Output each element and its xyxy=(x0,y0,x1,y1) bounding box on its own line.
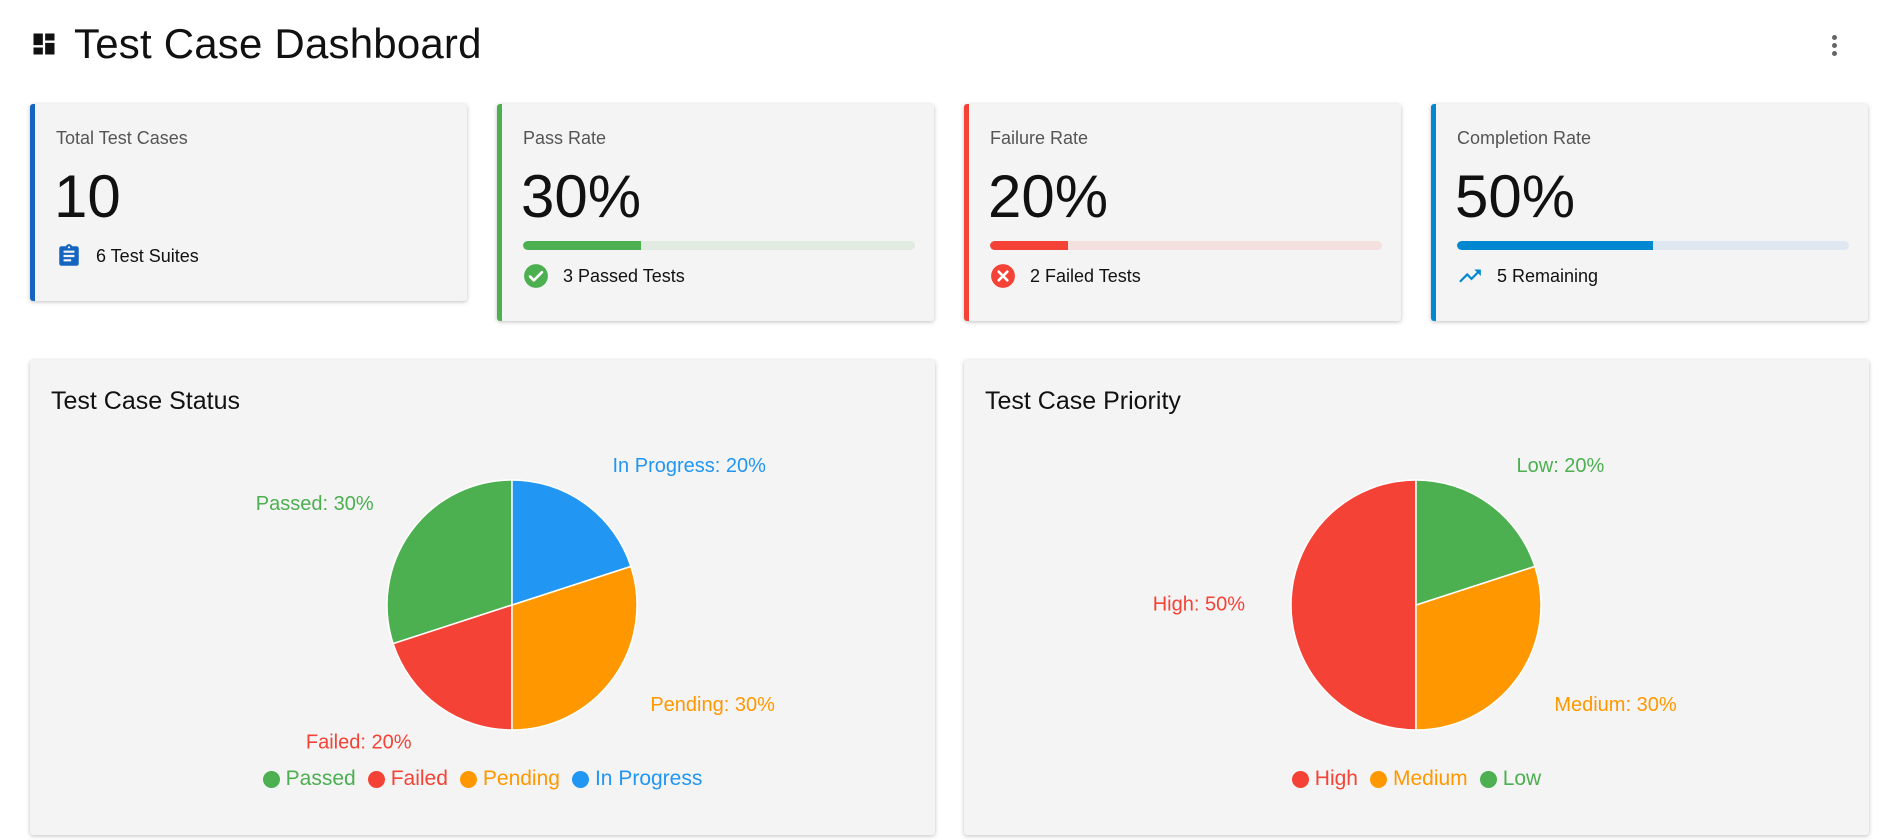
legend-label: Passed xyxy=(285,767,356,790)
legend-dot xyxy=(367,770,385,788)
page-header: Test Case Dashboard xyxy=(30,20,1860,68)
card-label: Completion Rate xyxy=(1457,128,1592,148)
card-footer: 2 Failed Tests xyxy=(990,263,1141,289)
pass-progress-bar xyxy=(523,241,915,250)
pie-data-label: Passed: 30% xyxy=(256,493,374,515)
status-pie-chart: Passed: 30% Failed: 20% Pending: 30% In Pro… xyxy=(256,455,775,754)
more-options-icon[interactable] xyxy=(1822,32,1846,60)
progress-fill xyxy=(990,241,1069,250)
chart-legend: High Medium Low xyxy=(964,767,1869,791)
legend-dot xyxy=(1479,770,1497,788)
legend-item-high[interactable]: High xyxy=(1291,767,1358,791)
card-value: 10 xyxy=(54,163,121,230)
legend-label: High xyxy=(1314,767,1358,790)
card-label: Pass Rate xyxy=(523,128,607,148)
legend-item-low[interactable]: Low xyxy=(1479,767,1542,791)
pie-data-label: Low: 20% xyxy=(1517,455,1605,477)
legend-label: Failed xyxy=(390,767,448,790)
page-title: Test Case Dashboard xyxy=(74,20,482,67)
card-label: Total Test Cases xyxy=(56,128,188,148)
progress-fill xyxy=(1457,241,1653,250)
dashboard-icon xyxy=(33,33,55,55)
legend-dot xyxy=(1369,770,1387,788)
legend-item-pending[interactable]: Pending xyxy=(459,767,560,791)
failure-rate-card: Failure Rate 20% 2 Failed Tests xyxy=(964,104,1401,321)
legend-label: In Progress xyxy=(594,767,703,790)
legend-label: Low xyxy=(1502,767,1542,790)
card-footer: 6 Test Suites xyxy=(56,243,199,269)
card-value: 50% xyxy=(1455,163,1576,230)
progress-fill xyxy=(523,241,641,250)
pie-slice-high[interactable] xyxy=(1290,479,1417,731)
card-accent xyxy=(497,104,502,321)
legend-label: Medium xyxy=(1392,767,1468,790)
test-case-status-card: Test Case Status Passed: 30% Failed: 20% P… xyxy=(30,360,935,835)
card-accent xyxy=(30,104,35,301)
trending-up-icon xyxy=(1459,269,1481,283)
cancel-circle-icon xyxy=(991,264,1015,288)
completion-rate-card: Completion Rate 50% 5 Remaining xyxy=(1431,104,1868,321)
total-test-cases-card: Total Test Cases 10 6 Test Suites xyxy=(30,104,467,301)
pie-data-label: Medium: 30% xyxy=(1554,694,1676,716)
legend-item-in-progress[interactable]: In Progress xyxy=(571,767,703,791)
legend-dot xyxy=(262,770,280,788)
legend-item-passed[interactable]: Passed xyxy=(262,767,356,791)
pie-data-label: Failed: 20% xyxy=(306,732,412,754)
legend-item-medium[interactable]: Medium xyxy=(1369,767,1468,791)
legend-item-failed[interactable]: Failed xyxy=(367,767,448,791)
pie-data-label: High: 50% xyxy=(1153,593,1245,615)
card-footer-text: 6 Test Suites xyxy=(96,245,199,266)
test-case-priority-card: Test Case Priority High: 50% Medium: 30% L… xyxy=(964,360,1869,835)
card-footer-text: 5 Remaining xyxy=(1497,265,1599,286)
card-footer: 3 Passed Tests xyxy=(523,263,685,289)
card-label: Failure Rate xyxy=(990,128,1089,148)
chart-legend: Passed Failed Pending In Progress xyxy=(30,767,935,791)
clipboard-icon xyxy=(59,244,79,266)
pass-rate-card: Pass Rate 30% 3 Passed Tests xyxy=(497,104,934,321)
card-value: 20% xyxy=(988,163,1109,230)
card-footer-text: 3 Passed Tests xyxy=(563,265,685,286)
legend-label: Pending xyxy=(482,767,560,790)
pie-data-label: In Progress: 20% xyxy=(613,455,767,477)
check-circle-icon xyxy=(524,264,548,288)
card-accent xyxy=(1431,104,1436,321)
priority-pie-chart: High: 50% Medium: 30% Low: 20% xyxy=(1153,455,1677,731)
failure-progress-bar xyxy=(990,241,1382,250)
card-accent xyxy=(964,104,969,321)
legend-dot xyxy=(571,770,589,788)
legend-dot xyxy=(1291,770,1309,788)
card-footer-text: 2 Failed Tests xyxy=(1030,265,1141,286)
card-value: 30% xyxy=(521,163,642,230)
completion-progress-bar xyxy=(1457,241,1849,250)
pie-data-label: Pending: 30% xyxy=(650,694,775,716)
legend-dot xyxy=(459,770,477,788)
card-footer: 5 Remaining xyxy=(1457,263,1598,289)
